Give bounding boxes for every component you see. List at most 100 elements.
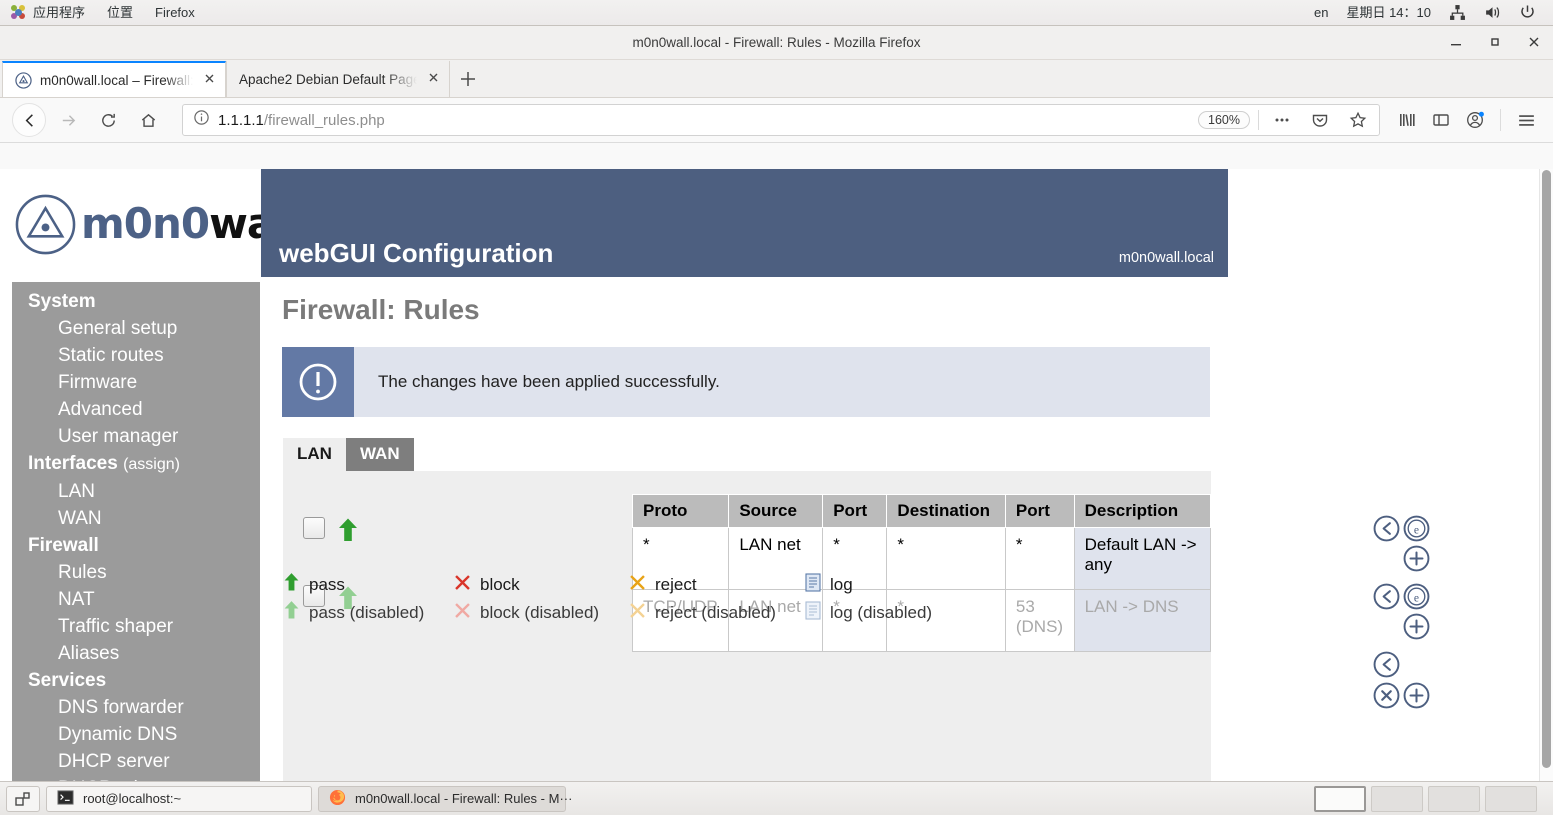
add-icon[interactable] bbox=[1403, 613, 1430, 640]
sidebar-item-wan[interactable]: WAN bbox=[12, 505, 260, 532]
sidebar-item-dns-forwarder[interactable]: DNS forwarder bbox=[12, 694, 260, 721]
new-tab-button[interactable] bbox=[450, 61, 486, 97]
workspace-1[interactable] bbox=[1314, 785, 1366, 812]
sidebar-item-traffic-shaper[interactable]: Traffic shaper bbox=[12, 613, 260, 640]
page-title: Firewall: Rules bbox=[282, 294, 480, 325]
sidebar-item-label: General setup bbox=[58, 318, 178, 339]
reject-x-disabled-icon bbox=[629, 601, 646, 624]
home-icon[interactable] bbox=[130, 103, 166, 137]
minimize-icon[interactable] bbox=[1449, 35, 1465, 51]
move-icon[interactable] bbox=[1373, 583, 1400, 610]
sidebar-header-firewall: Firewall bbox=[12, 532, 260, 559]
tab-lan[interactable]: LAN bbox=[283, 438, 346, 471]
maximize-icon[interactable] bbox=[1488, 35, 1504, 51]
taskbar-task-firefox[interactable]: m0n0wall.local - Firewall: Rules - M··· bbox=[318, 785, 572, 812]
firefox-menu[interactable]: Firefox bbox=[144, 0, 206, 25]
sidebar-assign-link[interactable]: (assign) bbox=[123, 456, 180, 473]
tab-strip: m0n0wall.local – Firewall: Apache2 Debia… bbox=[0, 60, 1553, 98]
move-icon[interactable] bbox=[1373, 515, 1400, 542]
sidebar-item-general-setup[interactable]: General setup bbox=[12, 315, 260, 342]
applications-menu[interactable]: 应用程序 bbox=[0, 0, 96, 25]
clock[interactable]: 星期日 14：10 bbox=[1337, 0, 1440, 25]
language-indicator[interactable]: en bbox=[1305, 0, 1337, 25]
sidebar-item-nat[interactable]: NAT bbox=[12, 586, 260, 613]
browser-tab-0-label: m0n0wall.local – Firewall: bbox=[40, 72, 193, 88]
tab-close-icon[interactable] bbox=[425, 71, 441, 87]
library-icon[interactable] bbox=[1392, 105, 1422, 135]
url-path: /firewall_rules.php bbox=[263, 111, 385, 129]
edit-icon[interactable]: e bbox=[1403, 515, 1430, 542]
account-icon[interactable] bbox=[1460, 105, 1490, 135]
address-bar[interactable]: 1.1.1.1/firewall_rules.php 160% bbox=[182, 104, 1380, 136]
window-titlebar: m0n0wall.local - Firewall: Rules - Mozil… bbox=[0, 26, 1553, 60]
sidebar-item-firmware[interactable]: Firmware bbox=[12, 369, 260, 396]
ellipsis-icon[interactable] bbox=[1267, 105, 1297, 135]
toolbar-separator bbox=[1500, 109, 1501, 131]
sidebar-item-dhcp-server[interactable]: DHCP server bbox=[12, 748, 260, 775]
taskbar-task-label: m0n0wall.local - Firewall: Rules - M··· bbox=[355, 791, 573, 806]
pocket-icon[interactable] bbox=[1305, 105, 1335, 135]
places-menu[interactable]: 位置 bbox=[96, 0, 144, 25]
rules-panel: Proto Source Port Destination Port Descr… bbox=[283, 471, 1430, 781]
url-host: 1.1.1.1 bbox=[218, 111, 264, 129]
reload-icon[interactable] bbox=[90, 103, 126, 137]
page-info-icon[interactable] bbox=[193, 109, 210, 131]
back-arrow-icon[interactable] bbox=[12, 103, 46, 137]
legend-label: pass (disabled) bbox=[309, 602, 425, 622]
scrollbar-thumb[interactable] bbox=[1542, 170, 1551, 768]
rules-legend: pass block reject log pass (disabled) bl… bbox=[283, 571, 1211, 627]
language-label: en bbox=[1313, 5, 1329, 20]
tab-lan-label: LAN bbox=[297, 444, 332, 463]
column-header-dest-port: Port bbox=[1004, 494, 1075, 528]
status-alert: The changes have been applied successful… bbox=[282, 347, 1210, 417]
star-icon[interactable] bbox=[1343, 105, 1373, 135]
taskbar-task-terminal[interactable]: root@localhost:~ bbox=[46, 785, 312, 812]
delete-icon[interactable] bbox=[1373, 682, 1400, 709]
sidebar-item-advanced[interactable]: Advanced bbox=[12, 396, 260, 423]
m0n0wall-logo: m0n0wall® bbox=[0, 169, 312, 279]
pass-arrow-disabled-icon bbox=[283, 600, 300, 625]
tab-close-icon[interactable] bbox=[201, 72, 217, 88]
sidebar-item-user-manager[interactable]: User manager bbox=[12, 423, 260, 450]
workspace-4[interactable] bbox=[1485, 785, 1537, 812]
firefox-menu-label: Firefox bbox=[155, 5, 195, 20]
sidebar-item-label: Advanced bbox=[58, 399, 143, 420]
add-icon[interactable] bbox=[1403, 545, 1430, 572]
browser-tab-0[interactable]: m0n0wall.local – Firewall: bbox=[2, 61, 226, 97]
sidebar-item-static-routes[interactable]: Static routes bbox=[12, 342, 260, 369]
workspace-3[interactable] bbox=[1428, 785, 1480, 812]
sidebar-item-rules[interactable]: Rules bbox=[12, 559, 260, 586]
pass-arrow-icon[interactable] bbox=[337, 517, 359, 543]
sidebar-header-system: System bbox=[12, 288, 260, 315]
zoom-level-badge[interactable]: 160% bbox=[1198, 111, 1250, 129]
move-icon[interactable] bbox=[1373, 651, 1400, 678]
wordmark-blue: m0n0 bbox=[81, 199, 210, 248]
sidebar-icon[interactable] bbox=[1426, 105, 1456, 135]
edit-icon[interactable]: e bbox=[1403, 583, 1430, 610]
app-header-banner: webGUI Configuration m0n0wall.local bbox=[261, 169, 1228, 277]
sidebar-item-label: Dynamic DNS bbox=[58, 724, 178, 745]
close-icon[interactable] bbox=[1527, 35, 1543, 51]
sidebar-item-aliases[interactable]: Aliases bbox=[12, 640, 260, 667]
url-text[interactable]: 1.1.1.1/firewall_rules.php bbox=[218, 112, 1190, 129]
volume-icon[interactable] bbox=[1475, 0, 1510, 25]
legend-reject-disabled: reject (disabled) bbox=[629, 601, 805, 624]
log-page-disabled-icon bbox=[805, 600, 821, 625]
window-list-taskbar: root@localhost:~ m0n0wall.local - Firewa… bbox=[0, 781, 1553, 815]
network-icon[interactable] bbox=[1440, 0, 1475, 25]
power-icon[interactable] bbox=[1510, 0, 1545, 25]
sidebar-item-label: Static routes bbox=[58, 345, 164, 366]
browser-tab-1[interactable]: Apache2 Debian Default Page bbox=[226, 61, 450, 97]
sidebar-item-lan[interactable]: LAN bbox=[12, 478, 260, 505]
page-scrollbar[interactable] bbox=[1539, 169, 1553, 781]
tab-wan[interactable]: WAN bbox=[345, 438, 414, 471]
add-icon[interactable] bbox=[1403, 682, 1430, 709]
svg-text:e: e bbox=[1414, 523, 1419, 536]
hamburger-menu-icon[interactable] bbox=[1511, 105, 1541, 135]
workspace-2[interactable] bbox=[1371, 785, 1423, 812]
show-desktop-icon[interactable] bbox=[6, 785, 40, 812]
sidebar-item-label: User manager bbox=[58, 426, 179, 447]
forward-arrow-icon bbox=[50, 103, 86, 137]
rule-checkbox-0[interactable] bbox=[303, 517, 325, 539]
sidebar-item-dynamic-dns[interactable]: Dynamic DNS bbox=[12, 721, 260, 748]
